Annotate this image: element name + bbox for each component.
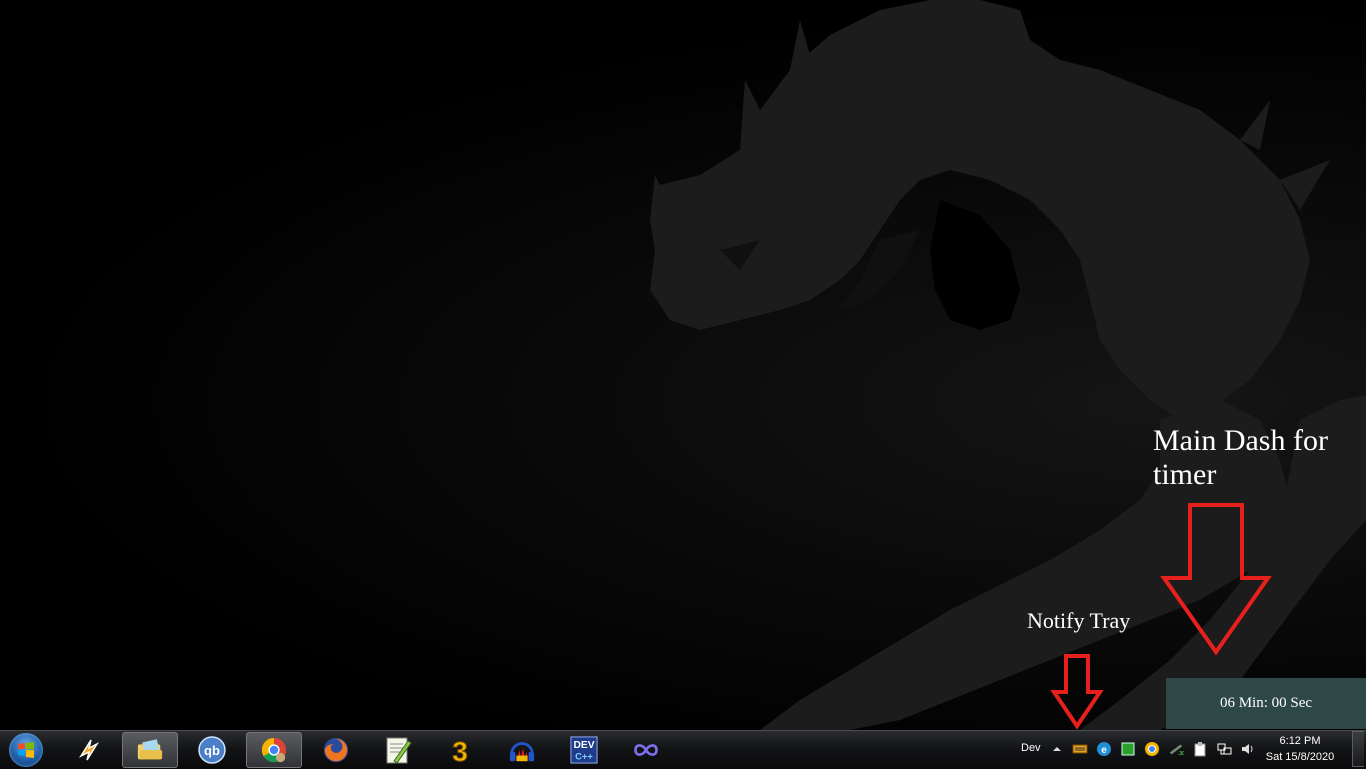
three-label: 3 (452, 736, 468, 765)
clock-date: Sat 15/8/2020 (1265, 751, 1335, 763)
taskbar-app-qbittorrent[interactable]: qb (184, 732, 240, 768)
taskbar-app-winamp[interactable] (61, 732, 117, 768)
timer-display: 06 Min: 00 Sec (1219, 695, 1313, 711)
taskbar-app-explorer[interactable] (122, 732, 178, 768)
taskbar-app-infinity[interactable] (618, 732, 674, 768)
taskbar-app-chrome[interactable] (246, 732, 302, 768)
firefox-icon (322, 736, 350, 764)
taskbar-app-notepadpp[interactable] (370, 732, 426, 768)
show-hidden-icons-chevron[interactable] (1049, 741, 1065, 757)
folder-icon (136, 736, 164, 764)
dragon-wallpaper (650, 0, 1366, 730)
qb-icon: qb (198, 736, 226, 764)
system-clock[interactable]: 6:12 PM Sat 15/8/2020 (1262, 733, 1338, 767)
svg-text:qb: qb (204, 743, 220, 758)
svg-text:C++: C++ (575, 751, 593, 761)
number-three-icon: 3 (446, 736, 474, 766)
show-desktop-button[interactable] (1352, 731, 1364, 767)
timer-dashboard[interactable]: 06 Min: 00 Sec (1166, 678, 1366, 729)
svg-text:.30: .30 (1178, 751, 1184, 757)
taskbar-app-audio[interactable] (494, 732, 550, 768)
taskbar-app-firefox[interactable] (308, 732, 364, 768)
chrome-tray-icon[interactable] (1144, 741, 1160, 757)
network-speed-icon[interactable]: .30 (1168, 741, 1184, 757)
notepad-icon (384, 736, 412, 764)
headphones-icon (508, 736, 536, 764)
lightning-bolt-icon (75, 736, 103, 764)
clipboard-icon[interactable] (1192, 741, 1208, 757)
svg-text:e: e (1101, 745, 1107, 756)
green-square-icon[interactable] (1120, 741, 1136, 757)
network-icon[interactable] (1216, 741, 1232, 757)
keyboard-icon[interactable] (1072, 741, 1088, 757)
chrome-icon (260, 736, 288, 764)
dev-cpp-icon: DEV C++ (570, 736, 598, 764)
volume-icon[interactable] (1240, 741, 1256, 757)
main-dash-annotation: Main Dash for timer (1153, 424, 1328, 491)
dev-label: DEV (573, 740, 594, 751)
language-indicator[interactable]: Dev (1021, 742, 1041, 754)
taskbar-app-three[interactable]: 3 (432, 732, 488, 768)
windows-logo-icon (9, 733, 43, 767)
infinity-icon (632, 736, 660, 764)
desktop[interactable]: Main Dash for timer Notify Tray 06 Min: … (0, 0, 1366, 730)
taskbar: qb 3 DEV C++ Dev e .3 6:12 PM Sat 15/8/2… (0, 730, 1366, 769)
clock-time: 6:12 PM (1279, 735, 1321, 747)
e-app-icon[interactable]: e (1096, 741, 1112, 757)
start-button[interactable] (4, 732, 48, 768)
notify-tray-annotation: Notify Tray (1027, 608, 1131, 633)
taskbar-app-devcpp[interactable]: DEV C++ (556, 732, 612, 768)
